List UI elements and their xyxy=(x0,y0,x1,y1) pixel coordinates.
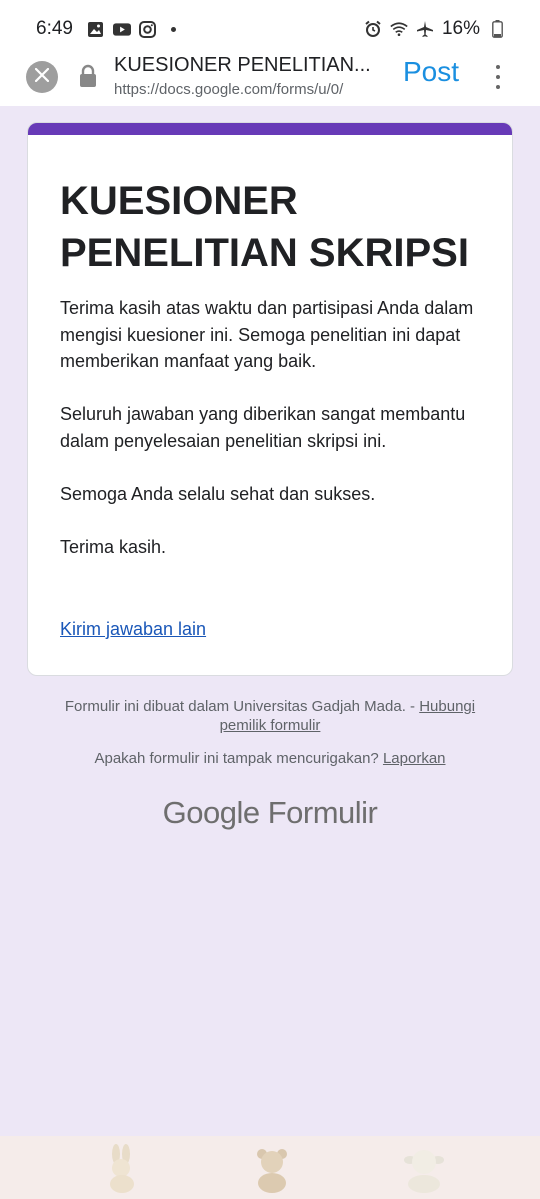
close-icon xyxy=(34,67,50,87)
close-tab-button[interactable] xyxy=(26,61,58,93)
form-confirmation-card: KUESIONER PENELITIAN SKRIPSI Terima kasi… xyxy=(27,122,513,676)
bottom-banner xyxy=(0,1136,540,1199)
instagram-notification-icon xyxy=(139,20,157,38)
post-button[interactable]: Post xyxy=(403,56,459,88)
airplane-mode-icon xyxy=(416,20,434,38)
lamb-toy-icon xyxy=(402,1144,444,1194)
form-title-line: PENELITIAN SKRIPSI xyxy=(60,231,469,275)
lock-icon[interactable] xyxy=(78,64,98,88)
more-options-button[interactable] xyxy=(488,62,508,92)
message-paragraph: Terima kasih. xyxy=(60,536,167,557)
brand-product-text: Formulir xyxy=(267,795,378,830)
battery-percent: 16% xyxy=(441,18,480,39)
page-url[interactable]: https://docs.google.com/forms/u/0/ xyxy=(114,81,388,98)
more-notifications-dot xyxy=(170,26,176,32)
google-forms-logo[interactable]: Google Formulir xyxy=(0,795,540,831)
status-right: 16% xyxy=(364,18,506,40)
form-title-line: KUESIONER xyxy=(60,179,298,223)
teddy-bear-toy-icon xyxy=(252,1144,292,1194)
form-origin-text: Formulir ini dibuat dalam Universitas Ga… xyxy=(64,698,420,715)
battery-icon xyxy=(488,20,506,38)
menu-dot-icon xyxy=(496,75,500,79)
message-paragraph: Seluruh jawaban yang diberikan sangat me… xyxy=(60,404,466,451)
status-left: 6:49 xyxy=(36,18,176,40)
message-paragraph: Semoga Anda selalu sehat dan sukses. xyxy=(60,483,376,504)
menu-dot-icon xyxy=(496,85,500,89)
report-abuse-line: Apakah formulir ini tampak mencurigakan?… xyxy=(40,750,500,767)
menu-dot-icon xyxy=(496,65,500,69)
browser-toolbar: KUESIONER PENELITIAN... https://docs.goo… xyxy=(0,48,540,106)
brand-google-text: Google xyxy=(162,795,260,830)
youtube-notification-icon xyxy=(112,20,131,38)
page-title: KUESIONER PENELITIAN... xyxy=(114,54,371,76)
report-link[interactable]: Laporkan xyxy=(383,750,446,767)
confirmation-message: Terima kasih atas waktu dan partisipasi … xyxy=(60,295,490,587)
form-origin-note: Formulir ini dibuat dalam Universitas Ga… xyxy=(40,697,500,735)
status-time: 6:49 xyxy=(36,18,73,39)
submit-another-response-link[interactable]: Kirim jawaban lain xyxy=(60,619,206,640)
wifi-icon xyxy=(390,20,408,38)
bunny-toy-icon xyxy=(102,1144,142,1194)
message-paragraph: Terima kasih atas waktu dan partisipasi … xyxy=(60,298,474,371)
gallery-notification-icon xyxy=(87,20,105,38)
report-question-text: Apakah formulir ini tampak mencurigakan? xyxy=(94,750,383,767)
card-accent-bar xyxy=(28,123,512,135)
form-title: KUESIONER PENELITIAN SKRIPSI xyxy=(60,175,490,279)
alarm-icon xyxy=(364,20,382,38)
